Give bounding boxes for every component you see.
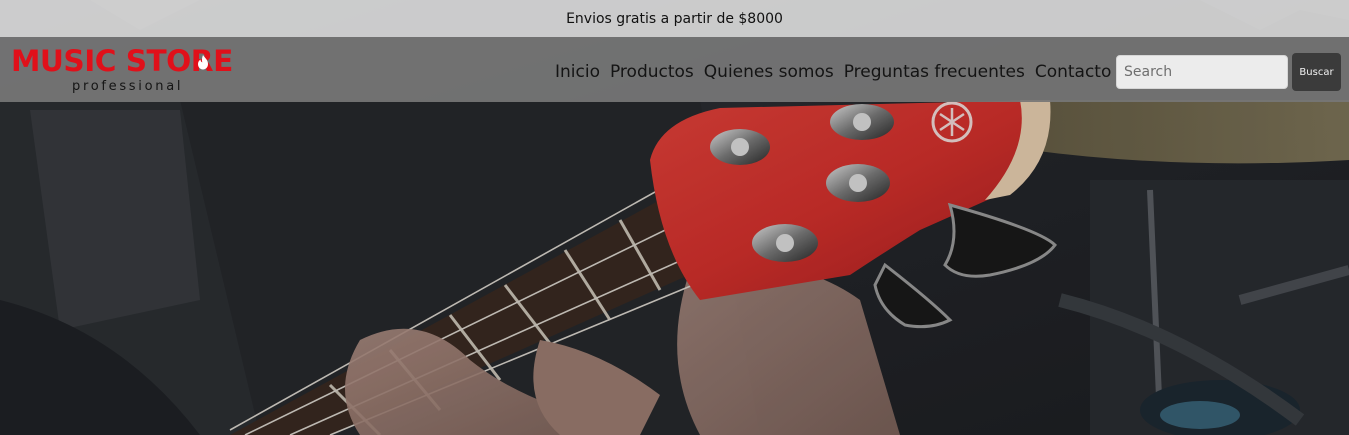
- search-button[interactable]: Buscar: [1292, 53, 1341, 91]
- main-nav: Inicio Productos Quienes somos Preguntas…: [550, 61, 1116, 83]
- nav-item-contacto[interactable]: Contacto: [1030, 61, 1117, 83]
- page: Envios gratis a partir de $8000 MUSIC ST…: [0, 0, 1349, 435]
- nav-item-inicio[interactable]: Inicio: [550, 61, 605, 83]
- nav-item-productos[interactable]: Productos: [605, 61, 699, 83]
- brand-logo[interactable]: MUSIC STORE professional: [11, 45, 261, 97]
- flame-icon: [198, 55, 208, 70]
- promo-bar: Envios gratis a partir de $8000: [0, 0, 1349, 37]
- search-input[interactable]: [1116, 55, 1288, 89]
- nav-item-quienes-somos[interactable]: Quienes somos: [699, 61, 839, 83]
- nav-item-preguntas-frecuentes[interactable]: Preguntas frecuentes: [839, 61, 1030, 83]
- promo-text: Envios gratis a partir de $8000: [566, 10, 783, 27]
- brand-tagline: professional: [72, 79, 184, 94]
- navbar: MUSIC STORE professional Inicio Producto…: [0, 37, 1349, 102]
